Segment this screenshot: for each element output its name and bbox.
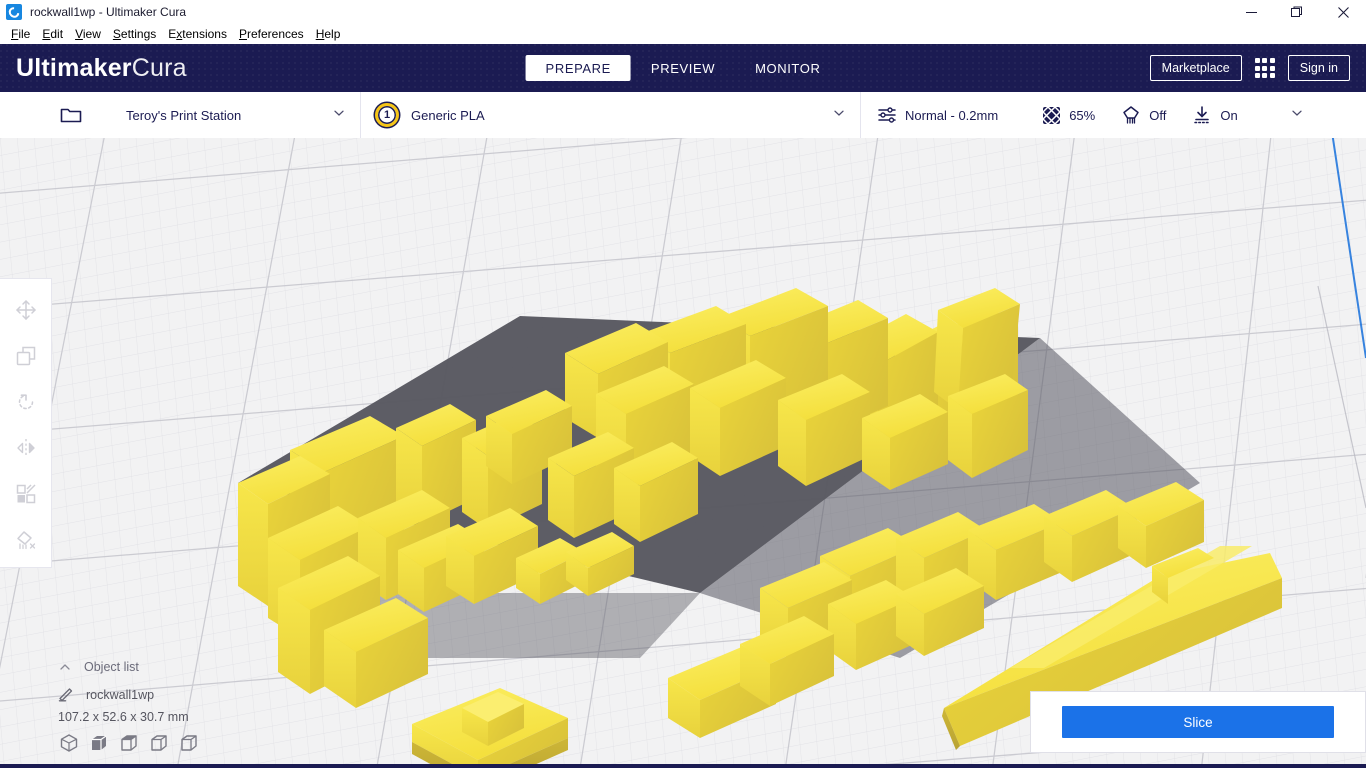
per-model-settings-icon [16, 484, 36, 504]
marketplace-button[interactable]: Marketplace [1149, 55, 1242, 81]
printer-name: Teroy's Print Station [126, 107, 242, 123]
view-left-button[interactable] [148, 732, 170, 754]
view-3d-button[interactable] [58, 732, 80, 754]
chevron-down-icon [332, 106, 346, 125]
printer-selector[interactable]: Teroy's Print Station [110, 92, 360, 138]
view-right-button[interactable] [178, 732, 200, 754]
adhesion-value: On [1220, 107, 1238, 123]
mirror-tool[interactable] [4, 425, 48, 471]
support-icon [1123, 106, 1139, 124]
stage-tabs: PREPARE PREVIEW MONITOR [525, 55, 841, 81]
bottom-strip [0, 764, 1366, 768]
object-list-panel: Object list rockwall1wp 107.2 x 52.6 x 3… [58, 656, 200, 754]
tool-rail [0, 278, 52, 568]
pencil-icon [58, 688, 73, 702]
cura-application-window: rockwall1wp - Ultimaker Cura File Edit V… [0, 0, 1366, 768]
infill-setting: 65% [1042, 105, 1096, 125]
infill-value: 65% [1069, 107, 1096, 123]
slice-button[interactable]: Slice [1062, 706, 1334, 738]
material-name: Generic PLA [411, 107, 485, 123]
cube-top-icon [121, 735, 137, 751]
menu-edit[interactable]: Edit [36, 25, 69, 43]
chevron-down-icon [1290, 106, 1304, 125]
minimize-icon [1245, 11, 1257, 13]
object-list-label: Object list [84, 660, 139, 674]
window-controls [1228, 0, 1366, 24]
chevron-up-icon [60, 664, 70, 670]
configuration-bar: Teroy's Print Station 1 Generic PLA Norm… [0, 92, 1366, 138]
title-bar: rockwall1wp - Ultimaker Cura [0, 0, 1366, 24]
move-tool[interactable] [4, 287, 48, 333]
move-icon [15, 300, 36, 320]
logo-light: Cura [131, 53, 187, 82]
support-blocker-icon [16, 531, 35, 550]
close-button[interactable] [1320, 0, 1366, 24]
menu-help[interactable]: Help [310, 25, 347, 43]
cube-front-icon [92, 735, 107, 750]
menu-preferences[interactable]: Preferences [233, 25, 310, 43]
support-setting: Off [1121, 105, 1166, 125]
open-file-button[interactable] [45, 92, 97, 138]
minimize-button[interactable] [1228, 0, 1274, 24]
app-header: UltimakerCura PREPARE PREVIEW MONITOR Ma… [0, 44, 1366, 92]
print-settings-selector[interactable]: Normal - 0.2mm 65% Off On [860, 92, 1318, 138]
cube-iso-icon [60, 734, 78, 752]
rotate-tool[interactable] [4, 379, 48, 425]
action-panel: Slice [1030, 691, 1366, 753]
per-model-settings-tool[interactable] [4, 471, 48, 517]
cube-right-icon [181, 735, 197, 751]
adhesion-setting: On [1192, 105, 1238, 125]
infill-grid-icon [1042, 105, 1061, 125]
tab-monitor[interactable]: MONITOR [735, 55, 840, 81]
menu-file[interactable]: File [5, 25, 36, 43]
view-front-button[interactable] [88, 732, 110, 754]
rotate-icon [18, 394, 33, 410]
window-title: rockwall1wp - Ultimaker Cura [30, 5, 187, 19]
scale-icon [16, 346, 35, 366]
object-list-header[interactable]: Object list [58, 656, 200, 678]
menu-bar: File Edit View Settings Extensions Prefe… [0, 24, 1366, 44]
menu-view[interactable]: View [69, 25, 107, 43]
material-selector[interactable]: 1 Generic PLA [360, 92, 860, 138]
view-top-button[interactable] [118, 732, 140, 754]
support-blocker-tool[interactable] [4, 517, 48, 563]
object-list-item[interactable]: rockwall1wp [58, 682, 200, 708]
tab-prepare[interactable]: PREPARE [525, 55, 631, 81]
view-cube-buttons [58, 732, 200, 754]
profile-value: Normal - 0.2mm [905, 107, 999, 123]
3d-viewport[interactable] [0, 138, 1366, 768]
3d-scene [0, 138, 1366, 768]
adhesion-icon [1194, 106, 1211, 124]
sign-in-button[interactable]: Sign in [1287, 55, 1350, 81]
cube-left-icon [151, 735, 167, 751]
scale-tool[interactable] [4, 333, 48, 379]
mirror-icon [16, 439, 35, 457]
profile-setting: Normal - 0.2mm [877, 105, 998, 125]
extruder-number: 1 [383, 109, 391, 121]
menu-extensions[interactable]: Extensions [162, 25, 233, 43]
tab-preview[interactable]: PREVIEW [631, 55, 735, 81]
grid-apps-icon[interactable] [1254, 57, 1276, 79]
close-icon [1337, 6, 1349, 18]
support-value: Off [1149, 107, 1167, 123]
object-dimensions: 107.2 x 52.6 x 30.7 mm [58, 710, 189, 724]
cura-logo-icon [6, 4, 22, 20]
header-actions: Marketplace Sign in [1149, 55, 1350, 81]
extruder-badge: 1 [375, 103, 399, 127]
restore-button[interactable] [1274, 0, 1320, 24]
logo-bold: Ultimaker [16, 53, 132, 82]
object-name: rockwall1wp [86, 688, 155, 702]
sliders-icon [878, 107, 896, 123]
restore-icon [1291, 6, 1302, 17]
app-logo: UltimakerCura [16, 54, 187, 83]
folder-open-icon [60, 108, 82, 123]
menu-settings[interactable]: Settings [107, 25, 162, 43]
chevron-down-icon [832, 106, 846, 125]
